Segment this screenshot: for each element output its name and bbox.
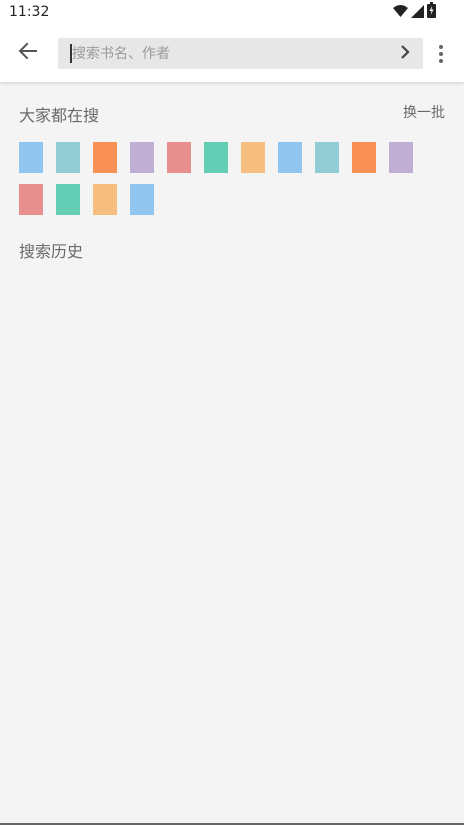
hot-search-item[interactable] bbox=[56, 142, 80, 173]
hot-search-item[interactable] bbox=[352, 142, 376, 173]
hot-search-item[interactable] bbox=[130, 142, 154, 173]
search-submit-button[interactable] bbox=[395, 43, 415, 64]
hot-search-item[interactable] bbox=[315, 142, 339, 173]
hot-search-item[interactable] bbox=[93, 142, 117, 173]
hot-search-item[interactable] bbox=[241, 142, 265, 173]
back-button[interactable] bbox=[10, 34, 46, 72]
status-bar: 11:32 bbox=[0, 0, 464, 26]
hot-search-item[interactable] bbox=[56, 184, 80, 215]
hot-search-list bbox=[19, 142, 429, 215]
more-options-button[interactable] bbox=[431, 38, 451, 70]
battery-charging-icon bbox=[427, 2, 436, 22]
status-icons bbox=[393, 2, 436, 22]
search-input[interactable] bbox=[72, 38, 382, 69]
signal-icon bbox=[411, 3, 424, 22]
hot-search-item[interactable] bbox=[167, 142, 191, 173]
search-toolbar bbox=[0, 26, 464, 82]
hot-search-item[interactable] bbox=[389, 142, 413, 173]
hot-search-item[interactable] bbox=[130, 184, 154, 215]
hot-search-item[interactable] bbox=[93, 184, 117, 215]
chevron-right-icon bbox=[400, 44, 410, 63]
status-time: 11:32 bbox=[9, 4, 50, 20]
hot-search-item[interactable] bbox=[19, 184, 43, 215]
search-history-title: 搜索历史 bbox=[19, 242, 84, 261]
hot-search-item[interactable] bbox=[19, 142, 43, 173]
more-vertical-icon bbox=[439, 45, 443, 49]
wifi-icon bbox=[393, 3, 408, 22]
arrow-left-icon bbox=[18, 41, 38, 65]
refresh-button[interactable]: 换一批 bbox=[403, 102, 445, 122]
hot-search-item[interactable] bbox=[278, 142, 302, 173]
search-box[interactable] bbox=[58, 38, 423, 69]
hot-search-item[interactable] bbox=[204, 142, 228, 173]
hot-search-title: 大家都在搜 bbox=[19, 106, 100, 125]
